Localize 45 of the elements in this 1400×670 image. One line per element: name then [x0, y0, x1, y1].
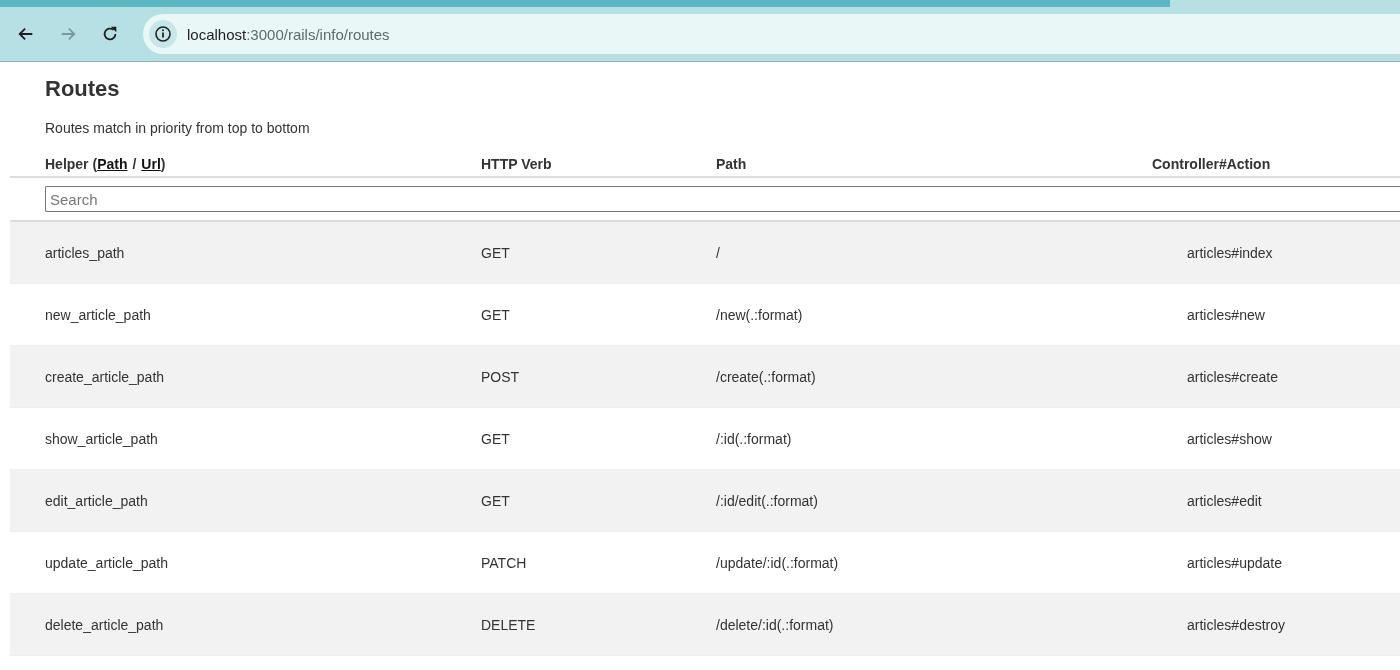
table-cell: POST [481, 368, 520, 385]
column-header: Path [716, 156, 747, 172]
table-cell: articles#show [1187, 430, 1272, 447]
table-cell: articles#destroy [1187, 616, 1286, 633]
column-header: HTTP Verb [481, 156, 552, 172]
table-cell: DELETE [481, 616, 536, 633]
path-link[interactable]: Path [97, 156, 128, 172]
table-cell: articles#index [1187, 244, 1273, 261]
table-cell: /create(.:format) [716, 368, 816, 385]
reload-icon[interactable] [101, 25, 119, 43]
table-cell: PATCH [481, 554, 527, 571]
table-cell: create_article_path [45, 368, 165, 385]
search-field[interactable]: Search [45, 186, 1400, 212]
table-cell: delete_article_path [45, 616, 164, 633]
table-cell: GET [481, 306, 510, 323]
table-cell: GET [481, 244, 510, 261]
table-cell: GET [481, 430, 510, 447]
table-cell: articles#edit [1187, 492, 1262, 509]
back-arrow-icon[interactable] [17, 25, 35, 43]
table-cell: /update/:id(.:format) [716, 554, 839, 571]
info-icon[interactable] [149, 20, 177, 48]
page-title: Routes [45, 76, 120, 102]
table-cell: /:id/edit(.:format) [716, 492, 818, 509]
url-path: :3000/rails/info/routes [246, 25, 390, 43]
column-header: ) [160, 156, 166, 172]
column-header: Controller#Action [1152, 156, 1271, 172]
column-header: Helper ( [45, 156, 98, 172]
table-cell: articles#new [1187, 306, 1265, 323]
table-cell: articles_path [45, 244, 125, 261]
table-cell: update_article_path [45, 554, 168, 571]
page-subtitle: Routes match in priority from top to bottom [45, 120, 310, 136]
table-cell: new_article_path [45, 306, 151, 323]
table-cell: /new(.:format) [716, 306, 803, 323]
separator-text: / [132, 156, 137, 172]
url-link[interactable]: Url [141, 156, 161, 172]
table-cell: GET [481, 492, 510, 509]
table-cell: show_article_path [45, 430, 158, 447]
table-cell: /:id(.:format) [716, 430, 792, 447]
table-cell: articles#update [1187, 554, 1282, 571]
table-cell: / [716, 244, 720, 261]
url-host: localhost [187, 25, 247, 43]
address-bar[interactable]: localhost:3000/rails/info/routes [143, 14, 1400, 54]
table-cell: /delete/:id(.:format) [716, 616, 834, 633]
table-cell: articles#create [1187, 368, 1279, 385]
table-cell: edit_article_path [45, 492, 148, 509]
